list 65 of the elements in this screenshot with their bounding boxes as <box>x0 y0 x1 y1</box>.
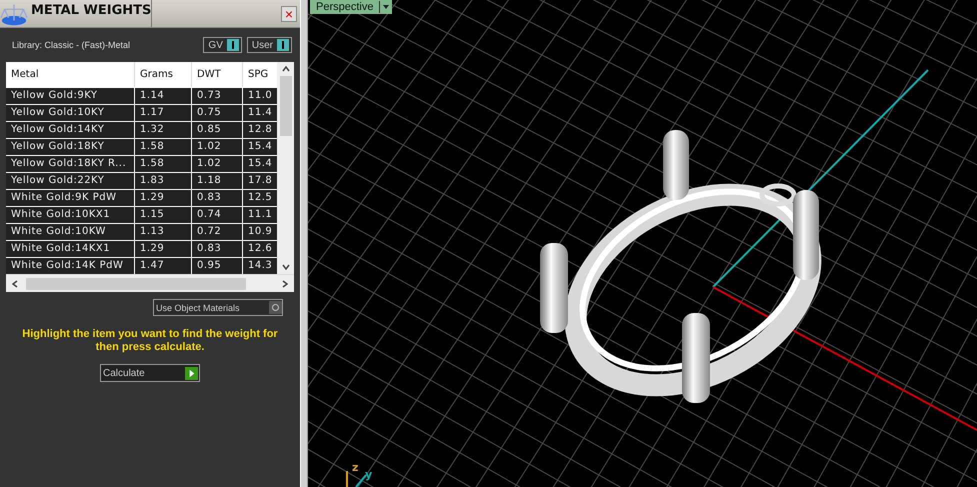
table-cell: 1.14 <box>135 88 192 104</box>
table-cell: 0.72 <box>192 224 243 240</box>
library-label: Library: Classic - (Fast)-Metal <box>12 40 130 50</box>
table-cell: 12.5 <box>243 190 277 206</box>
table-cell: 17.8 <box>243 173 277 189</box>
horizontal-scrollbar[interactable] <box>6 274 294 292</box>
table-cell: 1.58 <box>135 156 192 172</box>
table-cell: Yellow Gold:9KY <box>6 88 135 104</box>
close-button[interactable]: × <box>281 6 297 22</box>
table-cell: 0.95 <box>192 258 243 274</box>
instruction-text: Highlight the item you want to find the weight for then press calculate. <box>21 328 279 354</box>
axis-label: y <box>365 469 372 481</box>
table-cell: 1.02 <box>192 139 243 155</box>
table-cell: White Gold:10KW <box>6 224 135 240</box>
table-cell: 1.29 <box>135 241 192 257</box>
table-cell: 0.83 <box>192 241 243 257</box>
table-cell: 1.17 <box>135 105 192 121</box>
column-header[interactable]: Grams <box>135 62 192 87</box>
table-cell: 0.85 <box>192 122 243 138</box>
use-object-materials-checkbox[interactable]: Use Object Materials <box>153 299 283 316</box>
axis-label: z <box>352 462 358 474</box>
column-header[interactable]: DWT <box>192 62 243 87</box>
table-cell: 0.75 <box>192 105 243 121</box>
table-cell: White Gold:9K PdW <box>6 190 135 206</box>
table-cell: 1.83 <box>135 173 192 189</box>
table-cell: 0.83 <box>192 190 243 206</box>
table-cell: Yellow Gold:18KY <box>6 139 135 155</box>
table-cell: 15.4 <box>243 139 277 155</box>
table-cell: Yellow Gold:18KY R... <box>6 156 135 172</box>
table-cell: 12.8 <box>243 122 277 138</box>
toggle-switch[interactable]: GV <box>203 37 242 53</box>
table-cell: Yellow Gold:10KY <box>6 105 135 121</box>
scrollbar-thumb[interactable] <box>280 76 292 136</box>
table-cell: White Gold:14K PdW <box>6 258 135 274</box>
table-cell: 0.73 <box>192 88 243 104</box>
table-cell: 1.47 <box>135 258 192 274</box>
view-dropdown[interactable]: Perspective <box>310 0 392 14</box>
table-cell: 1.13 <box>135 224 192 240</box>
table-cell: 0.74 <box>192 207 243 223</box>
table-cell: 1.32 <box>135 122 192 138</box>
panel-splitter[interactable] <box>300 0 308 487</box>
table-cell: 1.18 <box>192 173 243 189</box>
play-icon <box>185 366 198 380</box>
table-cell: 1.15 <box>135 207 192 223</box>
table-cell: 1.58 <box>135 139 192 155</box>
table-cell: White Gold:10KX1 <box>6 207 135 223</box>
panel-title: METAL WEIGHTS <box>31 0 152 27</box>
scrollbar-thumb[interactable] <box>26 278 246 290</box>
table-cell: 11.0 <box>243 88 277 104</box>
table-cell: 10.9 <box>243 224 277 240</box>
table-cell: 11.4 <box>243 105 277 121</box>
calculate-button[interactable]: Calculate <box>100 364 200 382</box>
vertical-scrollbar[interactable] <box>277 62 294 274</box>
table-cell: 15.4 <box>243 156 277 172</box>
table-cell: 11.1 <box>243 207 277 223</box>
toggle-switch[interactable]: User <box>246 37 292 53</box>
column-header[interactable]: Metal <box>6 62 135 87</box>
table-cell: White Gold:14KX1 <box>6 241 135 257</box>
table-cell: Yellow Gold:22KY <box>6 173 135 189</box>
table-cell: 1.29 <box>135 190 192 206</box>
table-cell: 12.6 <box>243 241 277 257</box>
table-cell: 14.3 <box>243 258 277 274</box>
table-cell: Yellow Gold:14KY <box>6 122 135 138</box>
table-cell: 1.02 <box>192 156 243 172</box>
column-header[interactable]: SPG <box>243 62 277 87</box>
